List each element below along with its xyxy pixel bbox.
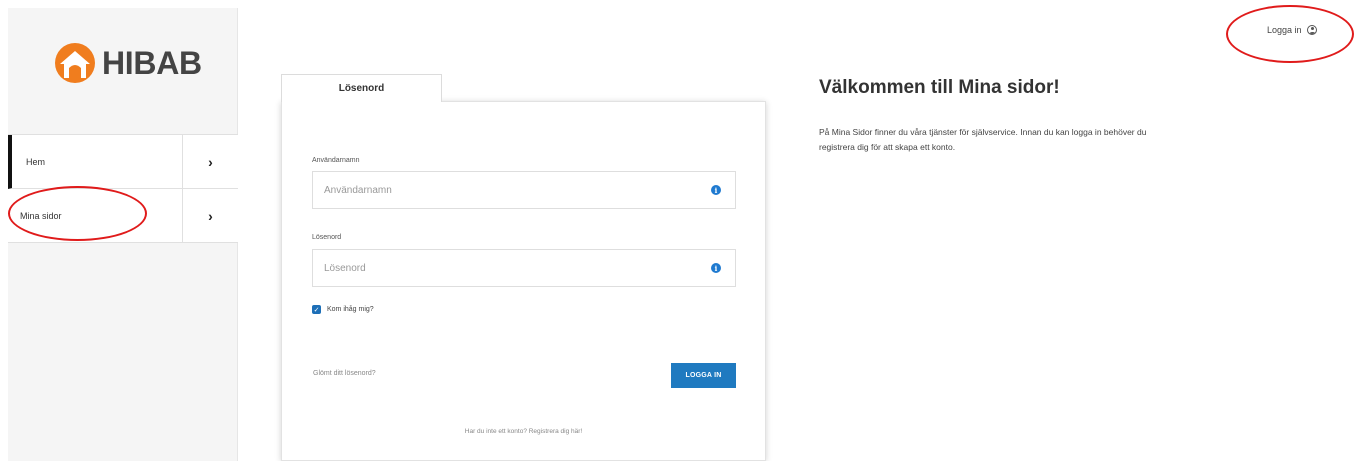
remember-label: Kom ihåg mig? (327, 306, 374, 313)
remember-checkbox[interactable]: ✓ (312, 305, 321, 314)
sidebar-item-hem[interactable]: Hem › (8, 135, 238, 189)
username-label: Användarnamn (312, 157, 360, 164)
forgot-password-link[interactable]: Glömt ditt lösenord? (313, 370, 376, 377)
sidebar-item-label: Mina sidor (20, 210, 62, 221)
password-field[interactable]: Lösenord i (312, 249, 736, 287)
tab-password[interactable]: Lösenord (281, 74, 442, 102)
top-login-link[interactable]: Logga in (1267, 25, 1317, 35)
house-logo-icon (55, 43, 95, 83)
sidebar-item-label: Hem (26, 156, 46, 167)
top-login-label: Logga in (1267, 25, 1302, 35)
logo[interactable]: HIBAB (54, 38, 202, 88)
login-card: Användarnamn Användarnamn i Lösenord Lös… (281, 101, 766, 461)
user-icon (1306, 25, 1317, 35)
username-placeholder: Användarnamn (324, 184, 392, 196)
register-link[interactable]: Har du inte ett konto? Registrera dig hä… (282, 428, 765, 435)
username-field[interactable]: Användarnamn i (312, 171, 736, 209)
chevron-right-icon[interactable]: › (182, 135, 238, 188)
sidebar: HIBAB Hem › Mina sidor › (8, 8, 238, 461)
logo-text: HIBAB (102, 44, 202, 81)
info-icon[interactable]: i (711, 263, 721, 273)
welcome-text: På Mina Sidor finner du våra tjänster fö… (819, 127, 1147, 152)
page-title: Välkommen till Mina sidor! (819, 77, 1060, 98)
info-icon[interactable]: i (711, 185, 721, 195)
password-placeholder: Lösenord (324, 262, 366, 274)
chevron-right-icon[interactable]: › (182, 189, 238, 242)
sidebar-item-mina-sidor[interactable]: Mina sidor › (8, 189, 238, 243)
remember-me[interactable]: ✓ Kom ihåg mig? (312, 305, 374, 314)
login-button[interactable]: LOGGA IN (671, 363, 736, 388)
sidebar-nav: Hem › Mina sidor › (8, 134, 238, 243)
password-label: Lösenord (312, 234, 342, 241)
